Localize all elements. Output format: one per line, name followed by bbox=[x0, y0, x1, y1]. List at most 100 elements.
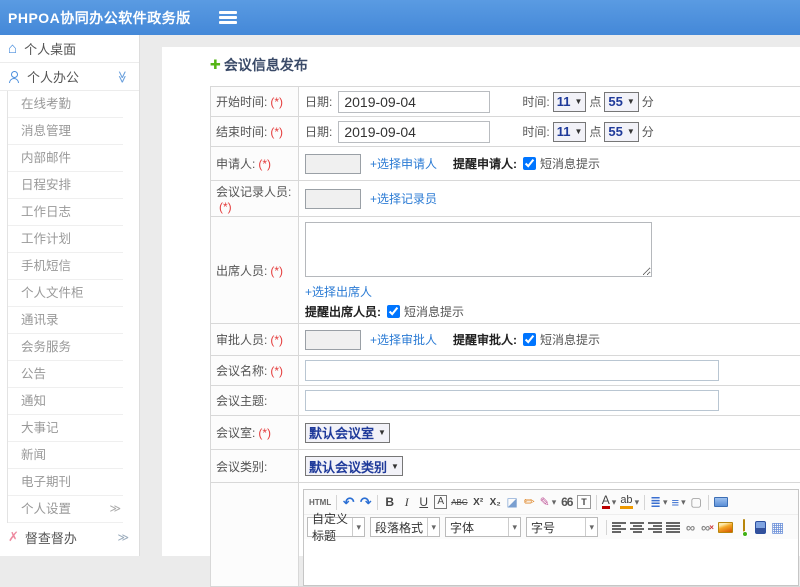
select-caret-icon: ▼ bbox=[627, 127, 635, 136]
subscript-button[interactable]: X₂ bbox=[487, 492, 504, 512]
sidebar-item-internal-mail[interactable]: 内部邮件 bbox=[8, 145, 123, 172]
approver-sms-checkbox[interactable] bbox=[523, 333, 536, 346]
end-hour-select[interactable]: 11▼ bbox=[553, 122, 587, 142]
sidebar-item-desktop[interactable]: ⌂ 个人桌面 bbox=[0, 35, 139, 63]
applicant-label: 申请人:(*) bbox=[211, 147, 299, 181]
remove-format-button[interactable]: ◪ bbox=[504, 492, 521, 512]
font-size-select[interactable]: 字号▾ bbox=[526, 517, 598, 537]
align-center-button[interactable] bbox=[628, 517, 646, 537]
hamburger-menu-icon[interactable] bbox=[219, 11, 237, 24]
align-left-icon bbox=[612, 522, 626, 533]
format-pen-button[interactable]: ✎▾ bbox=[538, 492, 559, 512]
choose-attendees-link[interactable]: +选择出席人 bbox=[305, 285, 372, 299]
strikethrough-button[interactable]: ABC bbox=[449, 492, 469, 512]
end-date-input[interactable] bbox=[338, 121, 490, 143]
choose-applicant-link[interactable]: +选择申请人 bbox=[370, 155, 437, 172]
sidebar-item-contacts[interactable]: 通讯录 bbox=[8, 307, 123, 334]
char-border-button[interactable]: A bbox=[432, 492, 449, 512]
font-family-select[interactable]: 字体▾ bbox=[445, 517, 521, 537]
font-color-button[interactable]: A▾ bbox=[600, 492, 619, 512]
meeting-subject-input[interactable] bbox=[305, 390, 719, 411]
insert-image-button[interactable] bbox=[716, 517, 735, 537]
sms-label: 短消息提示 bbox=[540, 331, 600, 348]
select-caret-icon: ▼ bbox=[574, 127, 582, 136]
meeting-name-input[interactable] bbox=[305, 360, 719, 381]
html-source-button[interactable]: HTML bbox=[307, 492, 333, 512]
unordered-list-button[interactable]: ≡▾ bbox=[670, 492, 688, 512]
editor-toolbar-row1: HTML ↶ ↷ B I U A ABC X² X₂ ◪ ✏ bbox=[304, 490, 798, 515]
blockquote-button[interactable]: 66 bbox=[558, 492, 575, 512]
superscript-button[interactable]: X² bbox=[470, 492, 487, 512]
time-label: 时间: bbox=[522, 93, 549, 110]
eraser-icon: ◪ bbox=[507, 495, 518, 509]
image-icon bbox=[718, 522, 733, 533]
end-minute-select[interactable]: 55▼ bbox=[604, 122, 638, 142]
align-left-button[interactable] bbox=[610, 517, 628, 537]
attendees-textarea[interactable] bbox=[305, 222, 652, 277]
table-icon: ▦ bbox=[771, 519, 784, 536]
sidebar-item-file-cabinet[interactable]: 个人文件柜 bbox=[8, 280, 123, 307]
sidebar-item-work-plan[interactable]: 工作计划 bbox=[8, 226, 123, 253]
link-button[interactable]: ∞ bbox=[682, 517, 699, 537]
applicant-input[interactable] bbox=[305, 154, 361, 174]
start-date-input[interactable] bbox=[338, 91, 490, 113]
remind-approver-label: 提醒审批人: bbox=[453, 331, 517, 348]
insert-table-button[interactable]: ▦ bbox=[769, 517, 786, 537]
page-title: ✚ 会议信息发布 bbox=[210, 52, 800, 78]
align-right-button[interactable] bbox=[646, 517, 664, 537]
home-icon: ⌂ bbox=[8, 41, 17, 56]
sidebar-item-supervision[interactable]: ✗ 督查督办 ≫ bbox=[0, 523, 139, 551]
redo-icon[interactable]: ↷ bbox=[357, 492, 374, 512]
heading-select[interactable]: 自定义标题▾ bbox=[307, 517, 365, 537]
sidebar-item-news[interactable]: 新闻 bbox=[8, 442, 123, 469]
align-center-icon bbox=[630, 522, 644, 533]
sidebar-item-memorabilia[interactable]: 大事记 bbox=[8, 415, 123, 442]
highlight-button[interactable]: ab▾ bbox=[618, 492, 641, 512]
chevron-down-icon: ≫ bbox=[116, 70, 130, 83]
ordered-list-button[interactable]: ≣▾ bbox=[648, 492, 669, 512]
main-area: ✚ 会议信息发布 开始时间:(*) 日期: 时间: 11▼ 点 55▼ 分 结束… bbox=[140, 35, 800, 556]
align-justify-button[interactable] bbox=[664, 517, 682, 537]
sidebar-item-schedule[interactable]: 日程安排 bbox=[8, 172, 123, 199]
bold-button[interactable]: B bbox=[381, 492, 398, 512]
italic-button[interactable]: I bbox=[398, 492, 415, 512]
sidebar-item-attendance[interactable]: 在线考勤 bbox=[8, 91, 123, 118]
sidebar-item-notice[interactable]: 通知 bbox=[8, 388, 123, 415]
paste-text-button[interactable]: T bbox=[575, 492, 593, 512]
editor-toolbar-row2: 自定义标题▾ 段落格式▾ 字体▾ 字号▾ ∞ ∞× bbox=[304, 515, 798, 539]
sidebar-item-announcement[interactable]: 公告 bbox=[8, 361, 123, 388]
sidebar-item-messages[interactable]: 消息管理 bbox=[8, 118, 123, 145]
add-icon: ✚ bbox=[210, 57, 221, 73]
choose-recorder-link[interactable]: +选择记录员 bbox=[370, 190, 437, 207]
choose-approver-link[interactable]: +选择审批人 bbox=[370, 331, 437, 348]
meeting-name-label: 会议名称:(*) bbox=[211, 356, 299, 386]
app-header: PHPOA协同办公软件政务版 bbox=[0, 0, 800, 35]
sidebar-item-office[interactable]: 个人办公 ≫ bbox=[0, 63, 139, 91]
attendees-sms-checkbox[interactable] bbox=[387, 305, 400, 318]
approver-input[interactable] bbox=[305, 330, 361, 350]
start-minute-select[interactable]: 55▼ bbox=[604, 92, 638, 112]
recorder-input[interactable] bbox=[305, 189, 361, 209]
format-brush-button[interactable]: ✏ bbox=[521, 492, 538, 512]
applicant-sms-checkbox[interactable] bbox=[523, 157, 536, 170]
editor-content-area[interactable] bbox=[304, 539, 798, 585]
paragraph-format-select[interactable]: 段落格式▾ bbox=[370, 517, 440, 537]
sidebar-item-meeting-service[interactable]: 会务服务 bbox=[8, 334, 123, 361]
add-badge-icon bbox=[742, 531, 748, 537]
insert-media-button[interactable] bbox=[752, 517, 769, 537]
select-caret-icon: ▼ bbox=[627, 97, 635, 106]
select-caret-icon: ▼ bbox=[574, 97, 582, 106]
underline-button[interactable]: U bbox=[415, 492, 432, 512]
unlink-button[interactable]: ∞× bbox=[699, 517, 716, 537]
undo-icon[interactable]: ↶ bbox=[340, 492, 357, 512]
start-hour-select[interactable]: 11▼ bbox=[553, 92, 587, 112]
meeting-category-select[interactable]: 默认会议类别▼ bbox=[305, 456, 403, 476]
sidebar-item-e-journal[interactable]: 电子期刊 bbox=[8, 469, 123, 496]
sidebar-item-personal-settings[interactable]: 个人设置 ≫ bbox=[8, 496, 123, 523]
sidebar-item-work-log[interactable]: 工作日志 bbox=[8, 199, 123, 226]
meeting-room-select[interactable]: 默认会议室▼ bbox=[305, 423, 390, 443]
new-document-button[interactable]: ▢ bbox=[688, 492, 705, 512]
sidebar-item-sms[interactable]: 手机短信 bbox=[8, 253, 123, 280]
fullscreen-button[interactable] bbox=[712, 492, 730, 512]
upload-image-button[interactable] bbox=[735, 517, 752, 537]
